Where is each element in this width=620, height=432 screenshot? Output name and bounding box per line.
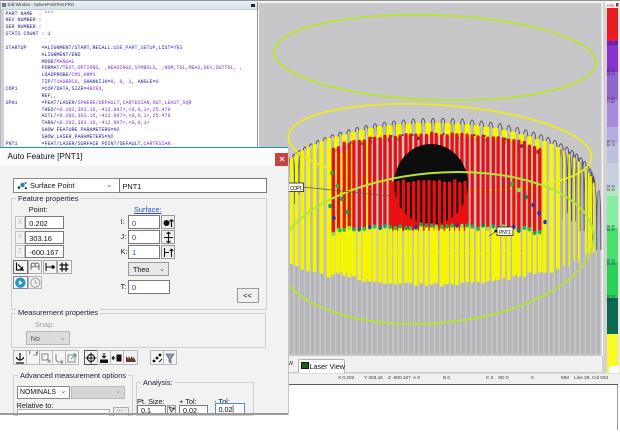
svg-text:58.30: 58.30 — [607, 228, 616, 232]
svg-text:COP1: COP1 — [290, 186, 302, 192]
svg-text:32.20: 32.20 — [607, 298, 616, 302]
svg-text:25.40: 25.40 — [607, 41, 616, 45]
svg-text:86.70: 86.70 — [607, 143, 616, 147]
svg-text:38.10: 38.10 — [607, 72, 616, 76]
svg-text:mm: mm — [607, 3, 615, 8]
svg-text:PNT1: PNT1 — [499, 230, 511, 236]
svg-text:77.80: 77.80 — [607, 100, 616, 104]
svg-text:30.20: 30.20 — [607, 262, 616, 266]
svg-text:55.40: 55.40 — [607, 188, 616, 192]
